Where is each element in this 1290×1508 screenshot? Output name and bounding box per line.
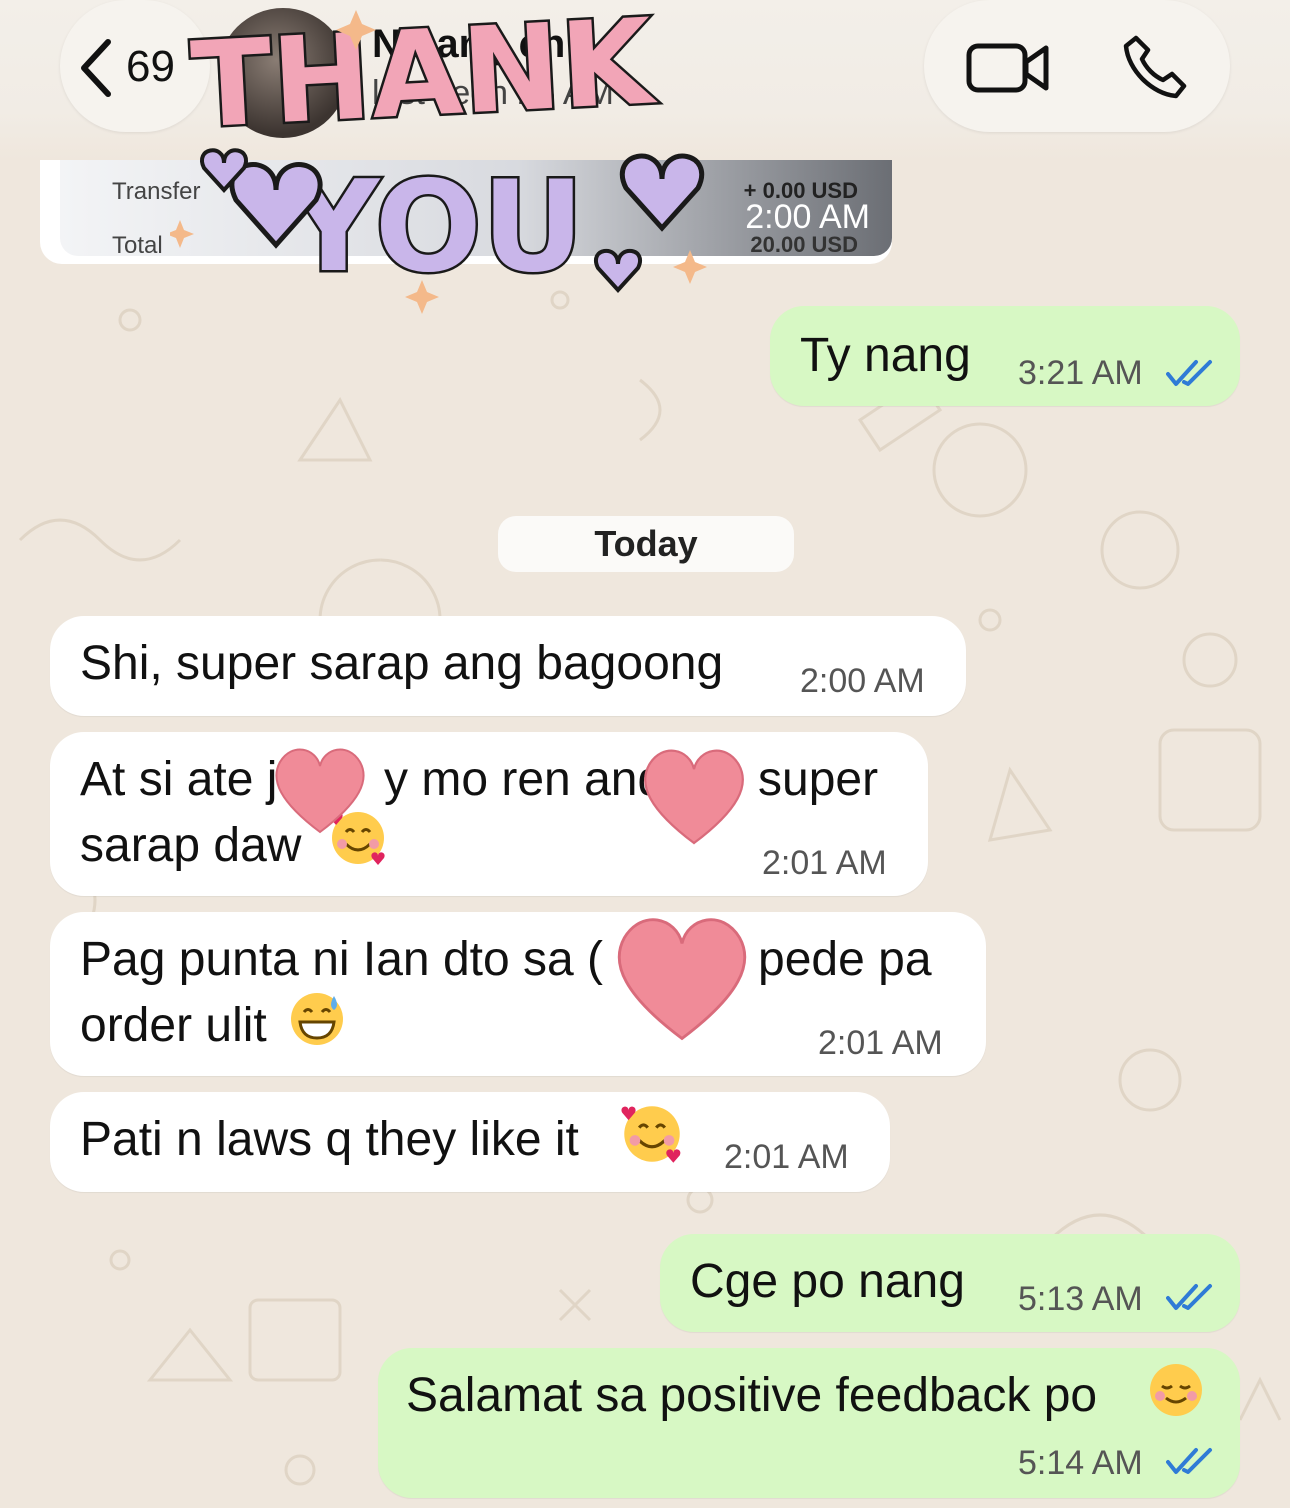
svg-text:THANK: THANK <box>188 0 660 154</box>
read-receipt-icon <box>1166 1284 1212 1310</box>
message-text: sarap daw <box>80 819 302 872</box>
message-time: 2:01 AM <box>724 1138 849 1176</box>
message-text: At si ate j <box>80 753 278 806</box>
message-time: 5:13 AM <box>1018 1280 1143 1318</box>
thank-you-sticker: THANK YOU <box>170 0 707 314</box>
message-text: Shi, super sarap ang bagoong <box>80 637 724 690</box>
message-text: Pag punta ni Ian dto sa ( <box>80 933 604 986</box>
chevron-left-icon <box>81 39 111 97</box>
message-text: Cge po nang <box>690 1255 965 1308</box>
svg-text:YOU: YOU <box>286 153 584 300</box>
incoming-message[interactable]: Shi, super sarap ang bagoong 2:00 AM <box>50 616 966 716</box>
incoming-message[interactable]: Pati n laws q they like it 2:01 AM <box>50 1092 890 1192</box>
incoming-message[interactable]: At si ate j y mo ren and super sarap daw… <box>50 732 928 896</box>
date-separator: Today <box>498 516 794 572</box>
unread-count: 69 <box>126 42 175 91</box>
message-time: 2:00 AM <box>800 662 925 700</box>
call-actions <box>924 0 1230 132</box>
message-text: Ty nang <box>800 329 971 382</box>
message-text: Salamat sa positive feedback po <box>406 1369 1098 1422</box>
message-text: y mo ren and <box>384 753 665 806</box>
message-time: 5:14 AM <box>1018 1444 1143 1482</box>
video-call-icon[interactable] <box>966 38 1050 98</box>
message-text: pede pa <box>758 933 932 986</box>
message-time: 2:01 AM <box>762 844 887 882</box>
total-label: Total <box>112 232 163 259</box>
date-label: Today <box>594 523 698 564</box>
heart-sticker <box>617 918 747 1041</box>
heart-sticker <box>275 748 365 834</box>
outgoing-message[interactable]: Ty nang 3:21 AM <box>770 306 1240 406</box>
message-text: Pati n laws q they like it <box>80 1113 579 1166</box>
message-text: order ulit <box>80 999 267 1052</box>
outgoing-message[interactable]: Salamat sa positive feedback po 5:14 AM <box>378 1348 1240 1498</box>
smiling-face-icon <box>1150 1364 1202 1416</box>
incoming-message[interactable]: Pag punta ni Ian dto sa ( pede pa order … <box>50 912 986 1076</box>
grinning-face-with-sweat-icon <box>291 993 343 1045</box>
phone-call-icon[interactable] <box>1122 34 1188 100</box>
outgoing-message[interactable]: Cge po nang 5:13 AM <box>660 1234 1240 1332</box>
smiling-face-with-hearts-icon <box>621 1106 681 1163</box>
message-text: super <box>758 753 879 806</box>
message-time: 2:01 AM <box>818 1024 943 1062</box>
heart-sticker <box>644 749 744 845</box>
message-time: 3:21 AM <box>1018 354 1143 392</box>
read-receipt-icon <box>1166 1448 1212 1474</box>
read-receipt-icon <box>1166 360 1212 386</box>
